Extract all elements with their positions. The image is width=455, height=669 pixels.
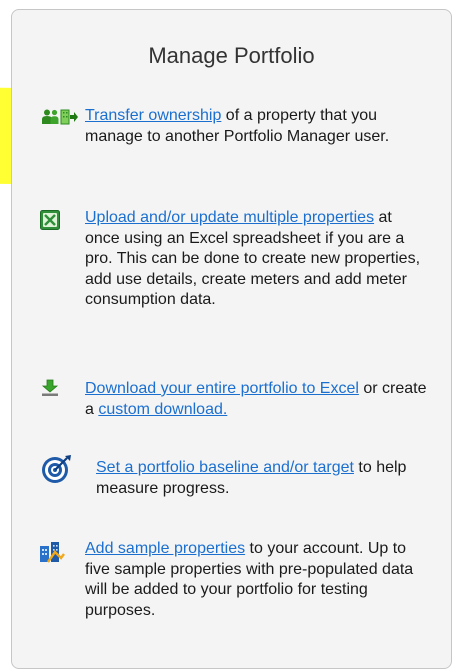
download-arrow-icon <box>41 379 59 402</box>
panel-title: Manage Portfolio <box>148 43 315 68</box>
transfer-people-icon <box>42 109 78 130</box>
target-icon <box>40 453 72 490</box>
list-item-sample: Add sample properties to your account. U… <box>85 539 435 621</box>
transfer-ownership-link[interactable]: Transfer ownership <box>85 107 221 124</box>
list-item-upload: Upload and/or update multiple properties… <box>85 208 430 311</box>
add-sample-properties-link[interactable]: Add sample properties <box>85 540 245 557</box>
sample-buildings-icon <box>39 540 65 569</box>
list-item-download: Download your entire portfolio to Excel … <box>85 379 430 420</box>
download-portfolio-link[interactable]: Download your entire portfolio to Excel <box>85 380 359 397</box>
excel-icon <box>40 210 60 235</box>
custom-download-link[interactable]: custom download. <box>98 401 227 418</box>
upload-update-properties-link[interactable]: Upload and/or update multiple properties <box>85 209 374 226</box>
list-item-baseline: Set a portfolio baseline and/or target t… <box>96 458 436 499</box>
set-baseline-target-link[interactable]: Set a portfolio baseline and/or target <box>96 459 354 476</box>
list-item-transfer: Transfer ownership of a property that yo… <box>85 106 405 147</box>
manage-portfolio-panel: Manage Portfolio Transfer ownership of a… <box>11 9 452 669</box>
